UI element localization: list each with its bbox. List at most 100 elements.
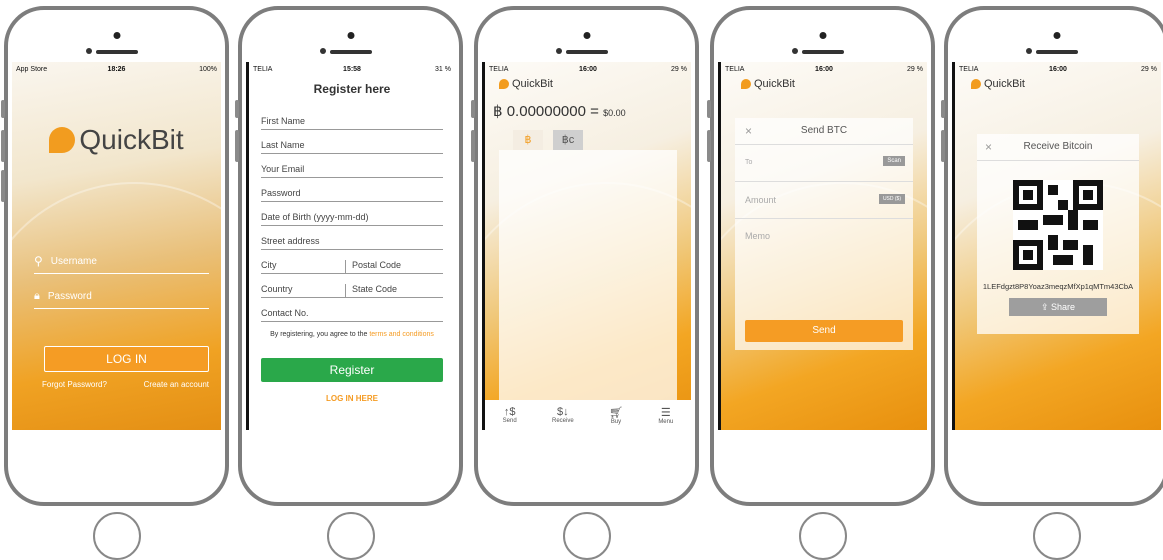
side-button [471,100,475,118]
carrier: TELIA [959,65,979,73]
dialog-header: × Receive Bitcoin [977,134,1139,161]
forgot-password-link[interactable]: Forgot Password? [42,380,107,389]
front-camera [556,48,562,54]
home-button[interactable] [798,512,847,560]
first-name-field[interactable]: First Name [261,116,443,130]
speaker [1035,50,1078,54]
password-field[interactable]: Password [261,188,443,202]
btc-balance: ฿ 0.00000000 [493,103,586,120]
tab-bc[interactable]: ฿c [553,130,583,150]
home-button[interactable] [326,512,375,560]
receive-screen: TELIA 16:00 29 % QuickBit × Receive Bitc… [952,62,1161,430]
front-camera [320,48,326,54]
last-name-field[interactable]: Last Name [261,140,443,154]
side-button [941,100,945,118]
carrier: TELIA [253,65,273,73]
quickbit-logo-icon [971,79,981,89]
clock: 15:58 [343,65,361,73]
clock: 16:00 [815,65,833,73]
login-here-link[interactable]: LOG IN HERE [249,394,455,403]
carrier: TELIA [725,65,745,73]
home-button[interactable] [562,512,611,560]
share-button[interactable]: ⇪ Share [1009,298,1107,316]
side-button [707,130,711,162]
username-field[interactable]: ⚲ Username [34,254,209,274]
side-button [1,100,5,118]
bottom-nav: ↑$ Send $↓ Receive 🛒︎ Buy ☰ Menu [485,400,691,430]
menu-icon: ☰ [660,406,671,419]
nav-receive[interactable]: $↓ Receive [552,406,574,424]
register-button[interactable]: Register [261,358,443,382]
memo-field[interactable]: Memo [735,219,913,279]
send-button[interactable]: Send [745,320,903,342]
nav-buy-label: Buy [610,418,622,425]
dob-field[interactable]: Date of Birth (yyyy-mm-dd) [261,212,443,226]
clock: 16:00 [579,65,597,73]
receive-icon: $↓ [557,406,569,418]
front-camera [86,48,92,54]
send-icon: ↑$ [503,406,516,418]
transactions-panel [499,150,677,400]
side-button [1,130,5,162]
dialog-title: Send BTC [800,125,848,136]
home-button[interactable] [92,512,141,560]
tab-btc[interactable]: ฿ [513,130,543,150]
logo: QuickBit [12,124,221,156]
phone-register: TELIA 15:58 31 % Register here First Nam… [235,6,463,560]
camera [347,32,354,39]
state-code-field[interactable]: State Code [345,284,443,298]
login-button[interactable]: LOG IN [44,346,209,372]
camera [113,32,120,39]
register-screen: TELIA 15:58 31 % Register here First Nam… [246,62,455,430]
nav-menu-label: Menu [658,418,674,425]
phone-send: TELIA 16:00 29 % QuickBit × Send BTC To … [707,6,935,560]
send-dialog: × Send BTC To Scan Amount USD ($) Memo S… [735,118,913,350]
camera [1053,32,1060,39]
terms-link[interactable]: terms and conditions [369,331,434,338]
camera [819,32,826,39]
fiat-balance: $0.00 [603,108,626,118]
currency-button[interactable]: USD ($) [878,194,905,204]
to-field[interactable]: To Scan [735,145,913,182]
country-field[interactable]: Country [261,284,345,298]
home-button[interactable] [1032,512,1081,560]
side-button [471,130,475,162]
share-label: Share [1051,302,1076,312]
street-field[interactable]: Street address [261,236,443,250]
logo-text: QuickBit [984,78,1025,90]
logo: QuickBit [741,78,795,90]
quickbit-logo-icon [49,127,76,153]
carrier: App Store [16,65,48,73]
speaker [565,50,608,54]
nav-send-label: Send [502,418,517,424]
create-account-link[interactable]: Create an account [144,380,209,389]
password-field[interactable]: 🔒︎ Password [34,290,209,309]
nav-menu[interactable]: ☰ Menu [658,406,673,425]
terms-prefix: By registering, you agree to the [270,331,368,338]
city-field[interactable]: City [261,260,345,274]
speaker [329,50,372,54]
scan-button[interactable]: Scan [883,156,905,166]
phone-wallet: TELIA 16:00 29 % QuickBit ฿ 0.00000000 =… [471,6,699,560]
memo-label: Memo [745,231,771,241]
speaker [95,50,138,54]
logo: QuickBit [499,78,553,90]
nav-receive-label: Receive [552,418,574,424]
amount-field[interactable]: Amount USD ($) [735,182,913,219]
email-field[interactable]: Your Email [261,164,443,178]
nav-buy[interactable]: 🛒︎ Buy [609,406,623,425]
speaker [801,50,844,54]
side-button [235,100,239,118]
send-screen: TELIA 16:00 29 % QuickBit × Send BTC To … [718,62,927,430]
postal-code-field[interactable]: Postal Code [345,260,443,274]
logo-text: QuickBit [512,78,553,90]
share-icon: ⇪ [1040,302,1049,312]
logo-text: QuickBit [79,124,184,155]
status-bar: TELIA 16:00 29 % [955,62,1161,76]
nav-send[interactable]: ↑$ Send [503,406,517,424]
contact-field[interactable]: Contact No. [261,308,443,322]
password-placeholder: Password [47,291,92,302]
battery: 29 % [1141,65,1157,73]
battery: 100% [199,65,217,73]
front-camera [792,48,798,54]
